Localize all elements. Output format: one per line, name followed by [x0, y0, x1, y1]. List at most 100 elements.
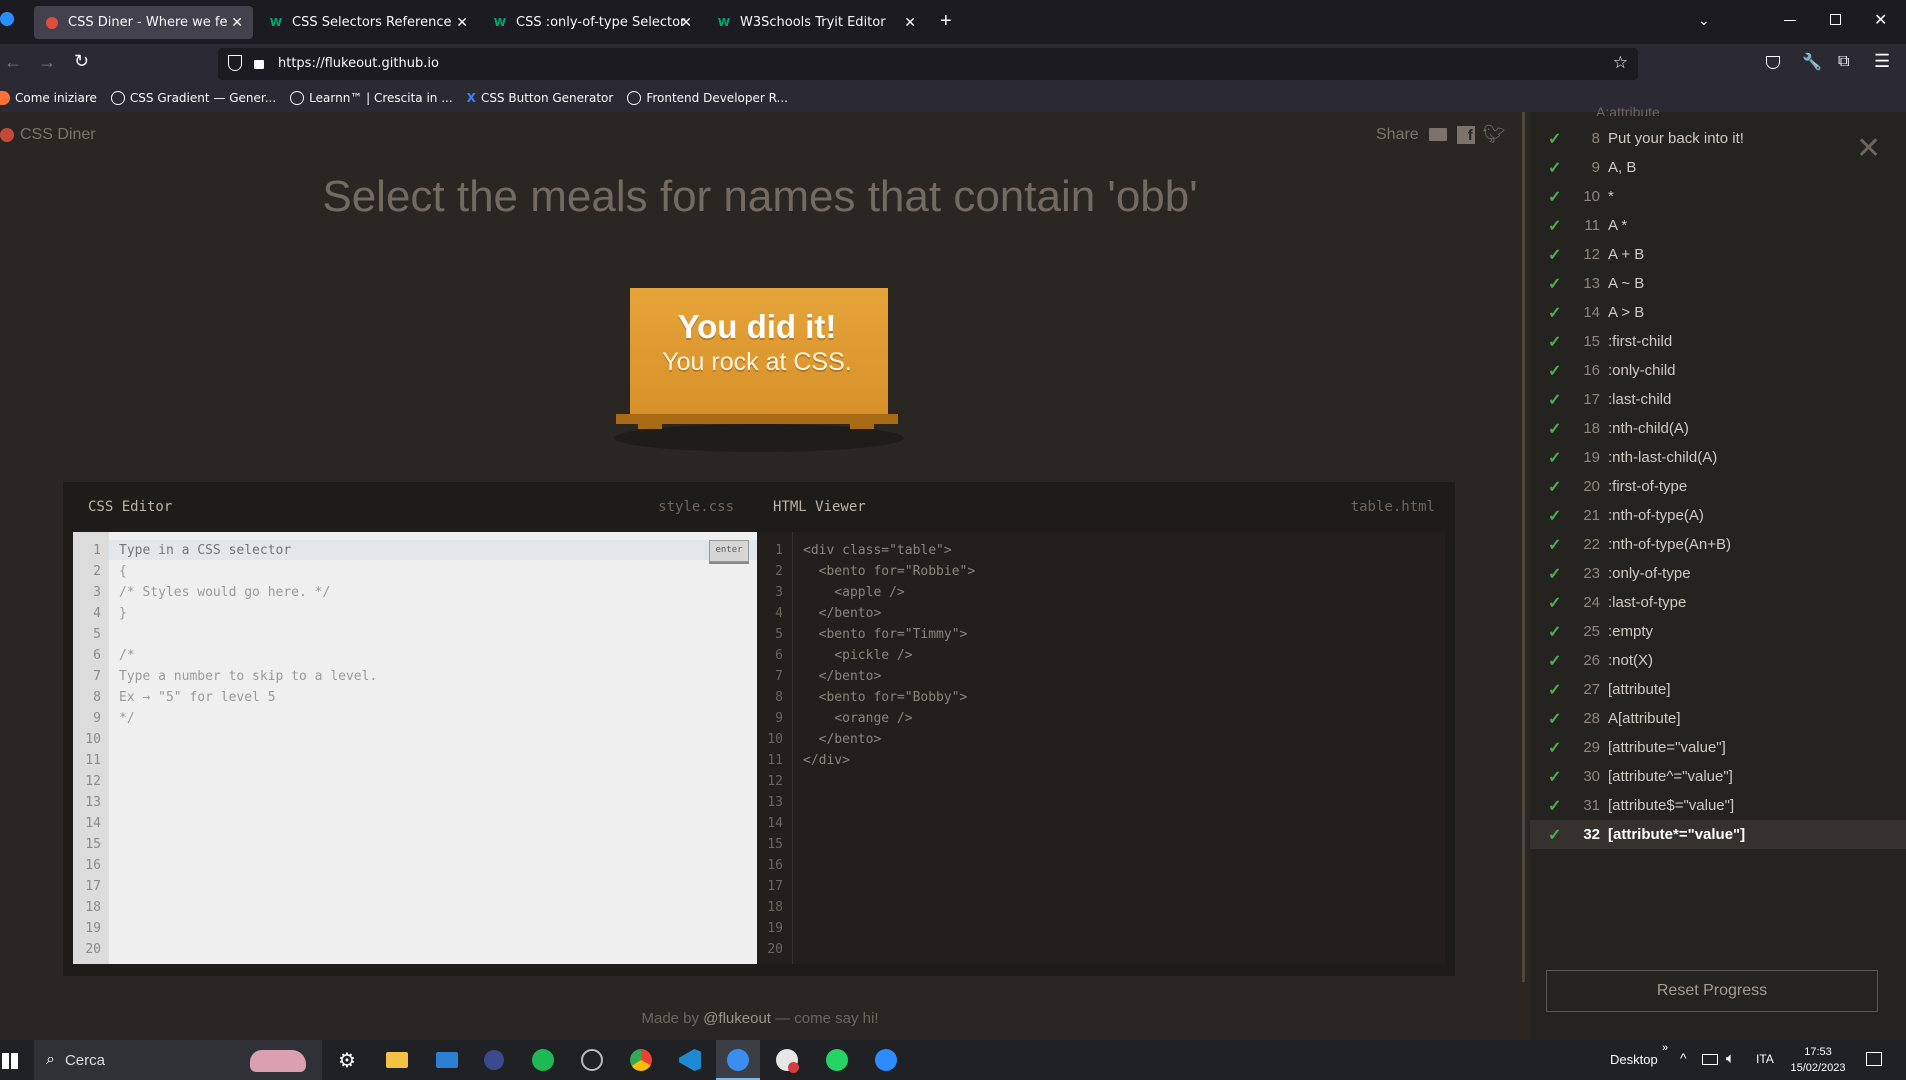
level-item[interactable]: ✓ 31 [attribute$="value"] [1530, 791, 1906, 820]
network-icon[interactable] [1702, 1054, 1718, 1065]
level-item[interactable]: ✓ 25:empty [1530, 617, 1906, 646]
level-item[interactable]: ✓ 21:nth-of-type(A) [1530, 501, 1906, 530]
new-tab-icon[interactable]: + [940, 10, 952, 33]
close-tab-icon[interactable]: ✕ [680, 15, 692, 31]
volume-icon[interactable]: 🔈︎ [1726, 1050, 1735, 1067]
bookmark-come-iniziare[interactable]: Come iniziare [0, 91, 97, 105]
level-number: 23 [1583, 565, 1600, 582]
level-item[interactable]: ✓ 8 Put your back into it! [1530, 124, 1906, 153]
tracking-protection-shield-icon[interactable] [228, 55, 242, 71]
level-item[interactable]: ✓ 18:nth-child(A) [1530, 414, 1906, 443]
file-explorer-icon[interactable] [386, 1052, 408, 1068]
level-item[interactable]: ✓ 32 [attribute*="value"] [1530, 820, 1906, 849]
clock[interactable]: 17:53 15/02/2023 [1786, 1044, 1850, 1076]
level-item[interactable]: ✓ 19:nth-last-child(A) [1530, 443, 1906, 472]
enter-button[interactable]: enter [709, 540, 749, 562]
action-center-icon[interactable] [1866, 1052, 1882, 1066]
firefox-icon[interactable] [0, 12, 14, 26]
diner-logo-icon [0, 128, 14, 142]
checkmark-icon: ✓ [1548, 652, 1562, 670]
menu-hamburger-icon[interactable]: ☰ [1874, 51, 1890, 72]
css-selector-input[interactable] [119, 540, 679, 561]
tab-css-only-of-type[interactable]: W CSS :only-of-type Selector ✕ [482, 6, 702, 39]
bookmark-css-gradient[interactable]: CSS Gradient — Gener... [110, 91, 276, 105]
close-tab-icon[interactable]: ✕ [231, 15, 243, 31]
toolbar-expand-icon[interactable]: » [1662, 1042, 1668, 1054]
level-item[interactable]: ✓ 17:last-child [1530, 385, 1906, 414]
level-item[interactable]: ✓ 13 A ~ B [1530, 269, 1906, 298]
tab-label: CSS :only-of-type Selector [516, 15, 686, 30]
reset-progress-button[interactable]: Reset Progress [1546, 970, 1878, 1012]
level-item[interactable]: ✓ 14 A > B [1530, 298, 1906, 327]
email-icon[interactable] [1428, 128, 1447, 141]
tab-w3schools-tryit[interactable]: W W3Schools Tryit Editor ✕ [706, 6, 926, 39]
level-item[interactable]: ✓ 15:first-child [1530, 327, 1906, 356]
spotify-icon[interactable] [532, 1049, 554, 1071]
bookmark-star-icon[interactable]: ☆ [1613, 53, 1628, 73]
address-bar[interactable]: https://flukeout.github.io ☆ [218, 48, 1638, 80]
level-item[interactable]: ✓ 10 * [1530, 182, 1906, 211]
whatsapp-icon[interactable] [826, 1049, 848, 1071]
back-icon[interactable]: ← [4, 52, 22, 73]
partial-level-item: A:attribute [1596, 104, 1660, 116]
level-label: [attribute*="value"] [1608, 826, 1746, 843]
bookmark-css-button-generator[interactable]: X CSS Button Generator [467, 91, 614, 105]
level-item[interactable]: ✓ 9 A, B [1530, 153, 1906, 182]
level-item[interactable]: ✓ 11 A * [1530, 211, 1906, 240]
level-number: 19 [1583, 449, 1600, 466]
bookmark-learnn[interactable]: Learnn™ | Crescita in ... [290, 91, 453, 105]
level-item[interactable]: ✓ 29 [attribute="value"] [1530, 733, 1906, 762]
level-item[interactable]: ✓ 24:last-of-type [1530, 588, 1906, 617]
level-item[interactable]: ✓ 22:nth-of-type(An+B) [1530, 530, 1906, 559]
vscode-icon[interactable] [679, 1049, 701, 1071]
url-text[interactable]: https://flukeout.github.io [278, 56, 439, 71]
tab-css-selectors-reference[interactable]: W CSS Selectors Reference ✕ [258, 6, 478, 39]
close-window-icon[interactable]: ✕ [1874, 10, 1887, 30]
chrome-icon[interactable] [630, 1049, 652, 1071]
zoom-icon[interactable] [875, 1049, 897, 1071]
desktop-toolbar-label[interactable]: Desktop [1610, 1052, 1658, 1067]
bookmark-label: CSS Button Generator [480, 91, 614, 105]
show-hidden-icons-chevron-icon[interactable]: ^ [1680, 1050, 1687, 1066]
logo[interactable]: CSS Diner [0, 126, 96, 144]
level-item[interactable]: ✓ 20:first-of-type [1530, 472, 1906, 501]
level-item[interactable]: ✓ 27 [attribute] [1530, 675, 1906, 704]
media-app-icon[interactable] [484, 1050, 504, 1070]
footer-author-link[interactable]: @flukeout [703, 1010, 771, 1027]
level-number: 11 [1584, 217, 1600, 234]
globe-icon [627, 91, 642, 105]
level-item[interactable]: ✓ 23:only-of-type [1530, 559, 1906, 588]
mail-icon[interactable] [436, 1052, 458, 1068]
windows-start-icon[interactable] [2, 1053, 18, 1069]
scrollbar-thumb[interactable] [1522, 112, 1525, 982]
win-message-title: You did it! [677, 308, 837, 345]
minimize-window-icon[interactable] [1784, 20, 1796, 21]
twitter-icon[interactable]: 🐦︎ [1483, 124, 1506, 145]
tab-css-diner[interactable]: CSS Diner - Where we feast on CSS ✕ [34, 6, 253, 39]
list-all-tabs-chevron-icon[interactable]: ⌄ [1698, 12, 1710, 29]
level-item[interactable]: ✓ 12 A + B [1530, 240, 1906, 269]
css-editor-body[interactable]: 1234567891011121314151617181920 enter {/… [73, 532, 757, 964]
restore-window-icon[interactable] [1830, 14, 1841, 25]
firefox-taskbar-active[interactable] [716, 1040, 760, 1080]
close-tab-icon[interactable]: ✕ [904, 15, 916, 31]
level-item[interactable]: ✓ 26:not(X) [1530, 646, 1906, 675]
sidebar-scrollbar[interactable] [1520, 112, 1530, 1040]
extensions-puzzle-icon[interactable]: ⧉ [1838, 53, 1849, 71]
lock-icon[interactable] [254, 60, 264, 69]
level-item[interactable]: ✓ 28 A[attribute] [1530, 704, 1906, 733]
pocket-icon[interactable] [1766, 56, 1780, 69]
github-desktop-icon[interactable] [581, 1049, 603, 1071]
forward-icon[interactable]: → [38, 52, 56, 73]
bookmark-frontend-developer[interactable]: Frontend Developer R... [627, 91, 788, 105]
level-item[interactable]: ✓ 30 [attribute^="value"] [1530, 762, 1906, 791]
settings-gear-icon[interactable]: ⚙ [338, 1048, 356, 1073]
level-item[interactable]: ✓ 16:only-child [1530, 356, 1906, 385]
taskbar-search-box[interactable]: ⌕ Cerca [34, 1040, 322, 1080]
checkmark-icon: ✓ [1548, 246, 1562, 264]
close-tab-icon[interactable]: ✕ [456, 15, 468, 31]
input-language[interactable]: ITA [1756, 1052, 1774, 1066]
wrench-icon[interactable]: 🔧 [1802, 52, 1822, 72]
reload-icon[interactable]: ↻ [74, 51, 89, 72]
facebook-icon[interactable]: f [1456, 125, 1475, 144]
